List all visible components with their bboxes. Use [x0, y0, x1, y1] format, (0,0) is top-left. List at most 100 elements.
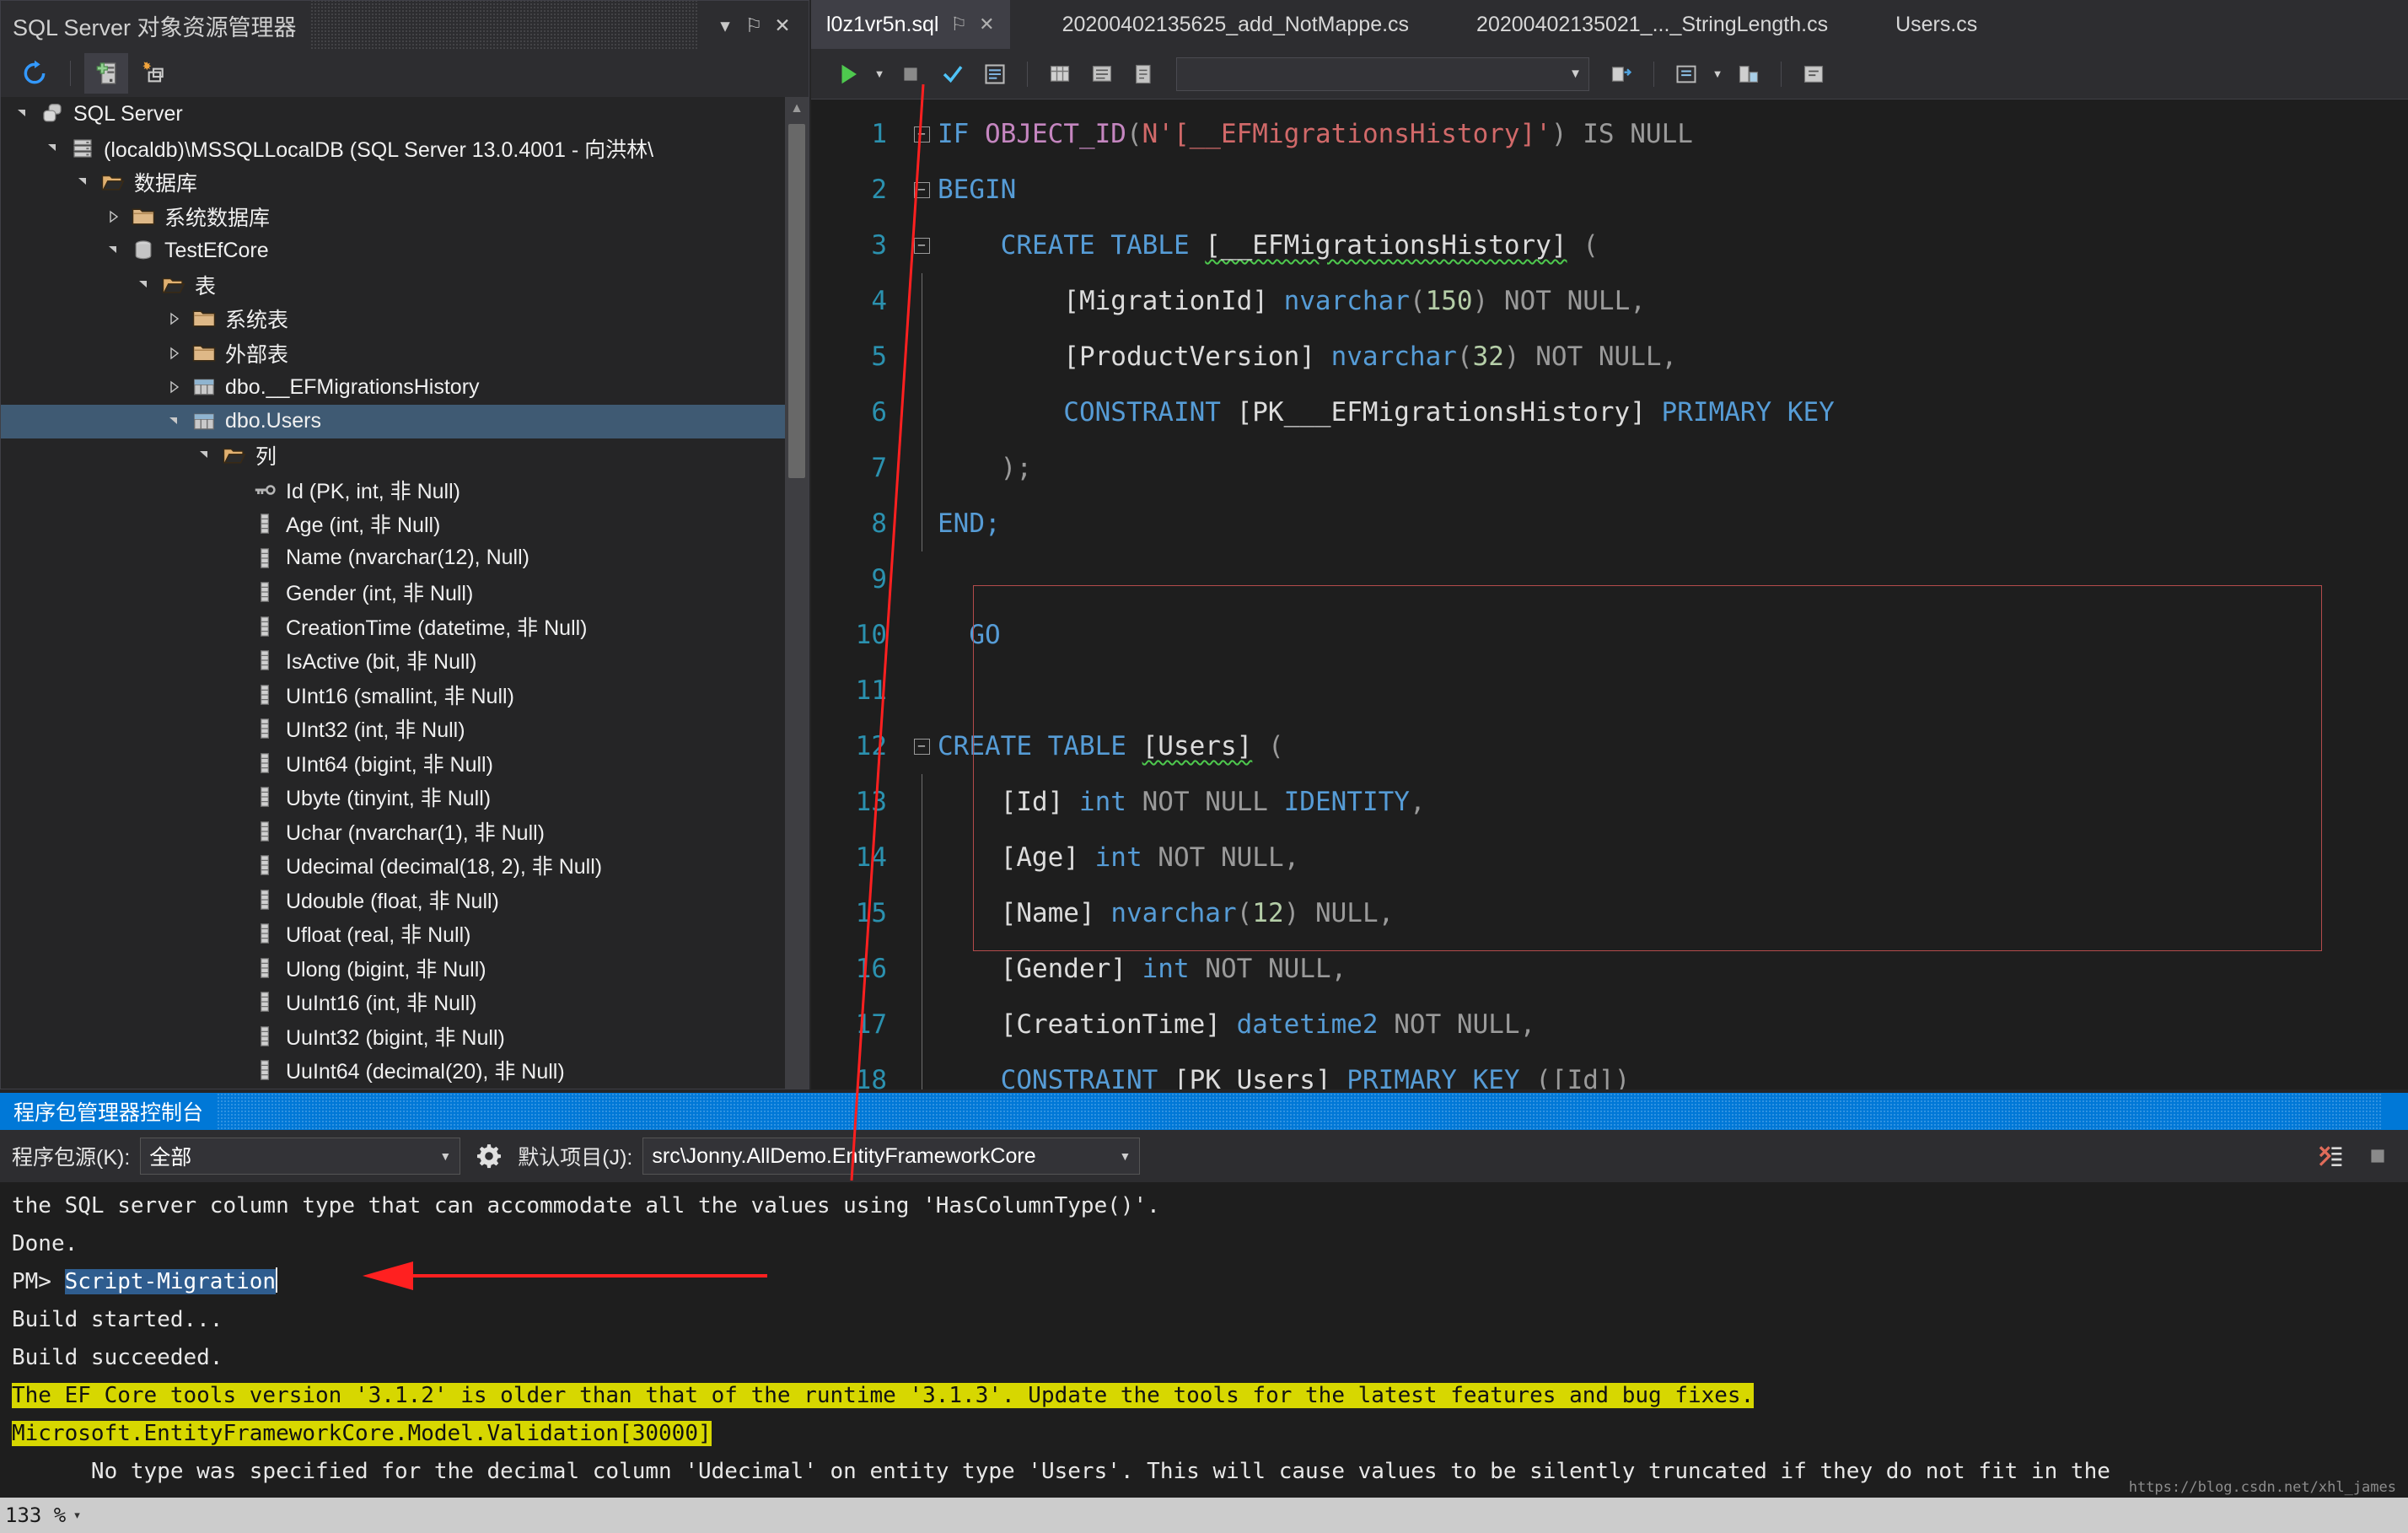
query-options-icon[interactable] — [975, 55, 1015, 94]
code-line-5[interactable]: 5 [ProductVersion] nvarchar(32) NOT NULL… — [811, 329, 2408, 385]
zoom-level[interactable]: 133 % — [0, 1503, 66, 1527]
editor-tab-1[interactable]: 20200402135625_add_NotMappe.cs — [1047, 0, 1424, 49]
tree-item-6[interactable]: 系统表 — [1, 302, 809, 336]
fold-collapse-icon[interactable]: − — [906, 162, 938, 218]
expander-open-icon[interactable] — [198, 449, 220, 462]
tree-item-7[interactable]: 外部表 — [1, 336, 809, 371]
stop-icon[interactable] — [890, 55, 931, 94]
tree-item-14[interactable]: Gender (int, 非 Null) — [1, 575, 809, 610]
fold-collapse-icon[interactable]: − — [906, 218, 938, 273]
expander-open-icon[interactable] — [46, 142, 68, 155]
expander-closed-icon[interactable] — [107, 210, 129, 223]
editor-tab-3[interactable]: Users.cs — [1880, 0, 1992, 49]
tree-item-11[interactable]: Id (PK, int, 非 Null) — [1, 473, 809, 508]
tree-item-17[interactable]: UInt16 (smallint, 非 Null) — [1, 678, 809, 713]
add-server-icon[interactable] — [84, 53, 128, 94]
code-line-13[interactable]: 13 [Id] int NOT NULL IDENTITY, — [811, 774, 2408, 830]
tree-item-1[interactable]: (localdb)\MSSQLLocalDB (SQL Server 13.0.… — [1, 132, 809, 166]
tree-item-8[interactable]: dbo.__EFMigrationsHistory — [1, 370, 809, 405]
expander-open-icon[interactable] — [137, 278, 159, 292]
tree-item-28[interactable]: UuInt64 (decimal(20), 非 Null) — [1, 1053, 809, 1088]
code-line-11[interactable]: 11 — [811, 663, 2408, 718]
tree-item-24[interactable]: Ufloat (real, 非 Null) — [1, 917, 809, 951]
tree-item-13[interactable]: Name (nvarchar(12), Null) — [1, 541, 809, 576]
code-line-10[interactable]: 10 GO — [811, 607, 2408, 663]
console-output[interactable]: the SQL server column type that can acco… — [0, 1182, 2408, 1529]
expander-open-icon[interactable] — [77, 175, 99, 189]
tree-item-9[interactable]: dbo.Users — [1, 404, 809, 438]
tree-item-16[interactable]: IsActive (bit, 非 Null) — [1, 643, 809, 678]
pin-icon[interactable]: ⚐ — [739, 11, 768, 40]
tree-item-18[interactable]: UInt32 (int, 非 Null) — [1, 712, 809, 746]
clear-icon[interactable] — [2312, 1138, 2349, 1175]
connect-icon[interactable] — [1601, 55, 1642, 94]
database-selector[interactable]: ▼ — [1176, 56, 1589, 91]
code-line-17[interactable]: 17 [CreationTime] datetime2 NOT NULL, — [811, 997, 2408, 1052]
close-icon[interactable]: ✕ — [979, 13, 994, 35]
code-line-12[interactable]: 12− CREATE TABLE [Users] ( — [811, 718, 2408, 774]
comment-icon[interactable] — [1793, 55, 1834, 94]
tree-item-26[interactable]: UuInt16 (int, 非 Null) — [1, 985, 809, 1019]
code-line-4[interactable]: 4 [MigrationId] nvarchar(150) NOT NULL, — [811, 273, 2408, 329]
plan-dropdown-icon[interactable]: ▼ — [1708, 55, 1727, 94]
code-line-1[interactable]: 1− IF OBJECT_ID(N'[__EFMigrationsHistory]… — [811, 106, 2408, 162]
close-icon[interactable]: ✕ — [768, 11, 797, 40]
dropdown-icon[interactable]: ▾ — [711, 11, 739, 40]
code-line-15[interactable]: 15 [Name] nvarchar(12) NULL, — [811, 885, 2408, 941]
refresh-icon[interactable] — [13, 53, 56, 94]
tree-item-10[interactable]: 列 — [1, 438, 809, 473]
code-line-2[interactable]: 2− BEGIN — [811, 162, 2408, 218]
tree-item-2[interactable]: 数据库 — [1, 165, 809, 200]
default-project-select[interactable]: src\Jonny.AllDemo.EntityFrameworkCore ▼ — [642, 1138, 1141, 1175]
tree-item-25[interactable]: Ulong (bigint, 非 Null) — [1, 951, 809, 986]
tree-item-27[interactable]: UuInt32 (bigint, 非 Null) — [1, 1019, 809, 1054]
tree-item-23[interactable]: Udouble (float, 非 Null) — [1, 883, 809, 917]
results-to-grid-icon[interactable] — [1040, 55, 1080, 94]
fold-collapse-icon[interactable]: − — [906, 106, 938, 162]
tree-vertical-scrollbar[interactable]: ▲ — [785, 97, 809, 1089]
tree-item-4[interactable]: TestEfCore — [1, 234, 809, 268]
console-command-input[interactable]: Script-Migration — [64, 1269, 277, 1294]
tree-item-15[interactable]: CreationTime (datetime, 非 Null) — [1, 610, 809, 644]
code-line-9[interactable]: 9 — [811, 551, 2408, 607]
editor-tab-0[interactable]: l0z1vr5n.sql ⚐ ✕ — [811, 0, 1010, 49]
tree-item-22[interactable]: Udecimal (decimal(18, 2), 非 Null) — [1, 848, 809, 883]
code-line-16[interactable]: 16 [Gender] int NOT NULL, — [811, 941, 2408, 997]
expander-open-icon[interactable] — [107, 244, 129, 257]
expander-open-icon[interactable] — [168, 415, 190, 428]
tree-item-20[interactable]: Ubyte (tinyint, 非 Null) — [1, 780, 809, 815]
results-to-file-icon[interactable] — [1124, 55, 1164, 94]
code-line-7[interactable]: 7 ); — [811, 440, 2408, 496]
expander-closed-icon[interactable] — [168, 347, 190, 360]
package-source-select[interactable]: 全部 ▼ — [140, 1138, 461, 1175]
code-line-14[interactable]: 14 [Age] int NOT NULL, — [811, 830, 2408, 885]
gear-icon[interactable] — [470, 1138, 508, 1175]
sql-code-view[interactable]: 1− IF OBJECT_ID(N'[__EFMigrationsHistory]… — [811, 100, 2408, 1089]
object-explorer-tree[interactable]: SQL Server (localdb)\MSSQLLocalDB (SQL Se… — [1, 97, 809, 1089]
run-icon[interactable] — [828, 55, 868, 94]
include-plan-icon[interactable] — [1666, 55, 1707, 94]
tree-item-0[interactable]: SQL Server — [1, 97, 809, 132]
run-dropdown-icon[interactable]: ▼ — [870, 55, 889, 94]
expander-open-icon[interactable] — [16, 107, 38, 121]
code-line-18[interactable]: 18 CONSTRAINT [PK_Users] PRIMARY KEY ([I… — [811, 1052, 2408, 1089]
expander-closed-icon[interactable] — [168, 380, 190, 394]
tree-item-12[interactable]: Age (int, 非 Null) — [1, 507, 809, 541]
zoom-dropdown-icon[interactable]: ▾ — [74, 1509, 80, 1522]
tree-item-21[interactable]: Uchar (nvarchar(1), 非 Null) — [1, 815, 809, 849]
fold-collapse-icon[interactable]: − — [906, 718, 938, 774]
expander-closed-icon[interactable] — [168, 312, 190, 325]
scroll-up-icon[interactable]: ▲ — [785, 97, 809, 121]
code-line-3[interactable]: 3− CREATE TABLE [__EFMigrationsHistory] … — [811, 218, 2408, 273]
stop-icon[interactable] — [2359, 1138, 2396, 1175]
results-to-text-icon[interactable] — [1082, 55, 1122, 94]
code-line-8[interactable]: 8 END; — [811, 496, 2408, 551]
parse-icon[interactable] — [933, 55, 973, 94]
scrollbar-thumb[interactable] — [788, 124, 805, 478]
new-query-icon[interactable] — [132, 53, 175, 94]
pin-icon[interactable]: ⚐ — [950, 13, 967, 35]
code-line-6[interactable]: 6 CONSTRAINT [PK___EFMigrationsHistory] … — [811, 385, 2408, 440]
tree-item-5[interactable]: 表 — [1, 268, 809, 303]
tree-item-19[interactable]: UInt64 (bigint, 非 Null) — [1, 746, 809, 781]
client-stats-icon[interactable] — [1728, 55, 1769, 94]
